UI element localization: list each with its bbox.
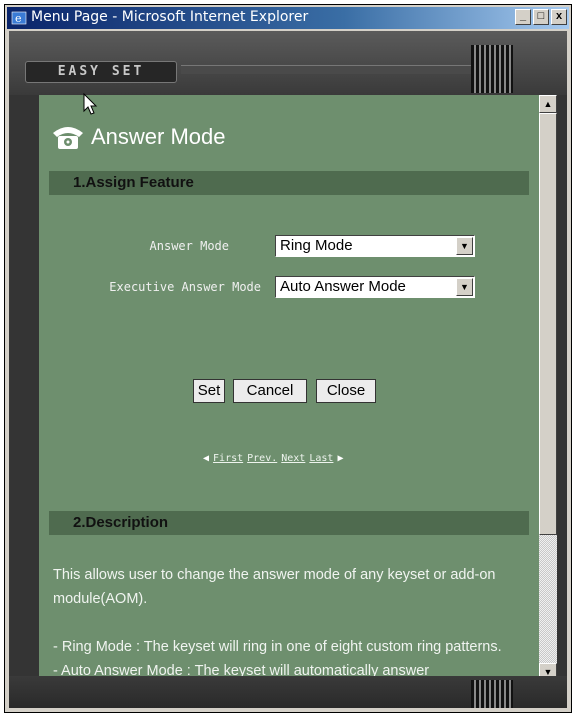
first-link[interactable]: First <box>213 453 243 464</box>
set-button[interactable]: Set <box>193 379 225 403</box>
vertical-scrollbar[interactable]: ▲ ▼ <box>539 95 557 681</box>
scroll-thumb[interactable] <box>539 113 557 535</box>
frame-ridge <box>181 65 471 74</box>
description-paragraph: - Ring Mode : The keyset will ring in on… <box>53 639 502 655</box>
page-content: EASY SET Answer Mode 1.Assign Feature An… <box>9 31 567 708</box>
executive-answer-mode-select[interactable]: Auto Answer Mode ▼ <box>275 276 475 298</box>
executive-answer-mode-label: Executive Answer Mode <box>109 280 261 294</box>
answer-mode-label: Answer Mode <box>149 239 229 253</box>
pager: ◀ First Prev. Next Last ▶ <box>203 453 343 464</box>
maximize-button[interactable]: □ <box>533 9 549 25</box>
page-title: Answer Mode <box>91 124 226 149</box>
device-frame-bottom <box>9 676 567 708</box>
easy-set-logo: EASY SET <box>25 61 177 83</box>
description-text: This allows user to change the answer mo… <box>53 563 523 681</box>
answer-mode-select[interactable]: Ring Mode ▼ <box>275 235 475 257</box>
svg-text:e: e <box>15 12 22 25</box>
dropdown-arrow-icon[interactable]: ▼ <box>456 278 473 296</box>
section-assign-feature: 1.Assign Feature <box>49 171 529 195</box>
close-button[interactable]: Close <box>316 379 376 403</box>
next-link[interactable]: Next <box>281 453 305 464</box>
device-frame-top: EASY SET <box>9 31 567 95</box>
arrow-right-icon[interactable]: ▶ <box>337 453 343 464</box>
arrow-left-icon[interactable]: ◀ <box>203 453 209 464</box>
window-controls: _ □ x <box>515 9 567 25</box>
prev-link[interactable]: Prev. <box>247 453 277 464</box>
minimize-button[interactable]: _ <box>515 9 531 25</box>
telephone-icon <box>53 127 83 149</box>
section-description: 2.Description <box>49 511 529 535</box>
internet-explorer-icon: e <box>11 11 27 25</box>
page-heading: Answer Mode <box>51 123 226 151</box>
dropdown-arrow-icon[interactable]: ▼ <box>456 237 473 255</box>
close-window-button[interactable]: x <box>551 9 567 25</box>
browser-window: e Menu Page - Microsoft Internet Explore… <box>4 4 572 713</box>
window-title: Menu Page - Microsoft Internet Explorer <box>31 9 309 25</box>
last-link[interactable]: Last <box>309 453 333 464</box>
vent-grille-bottom <box>471 680 513 708</box>
vent-grille-top <box>471 45 513 93</box>
scroll-up-button[interactable]: ▲ <box>539 95 557 113</box>
description-paragraph: This allows user to change the answer mo… <box>53 567 496 607</box>
title-bar[interactable]: e Menu Page - Microsoft Internet Explore… <box>7 7 569 29</box>
content-panel: Answer Mode 1.Assign Feature Answer Mode… <box>39 95 557 681</box>
description-spacer <box>53 611 523 635</box>
answer-mode-value: Ring Mode <box>280 237 353 254</box>
cancel-button[interactable]: Cancel <box>233 379 307 403</box>
mouse-cursor-icon <box>83 93 98 115</box>
executive-answer-mode-value: Auto Answer Mode <box>280 278 406 295</box>
